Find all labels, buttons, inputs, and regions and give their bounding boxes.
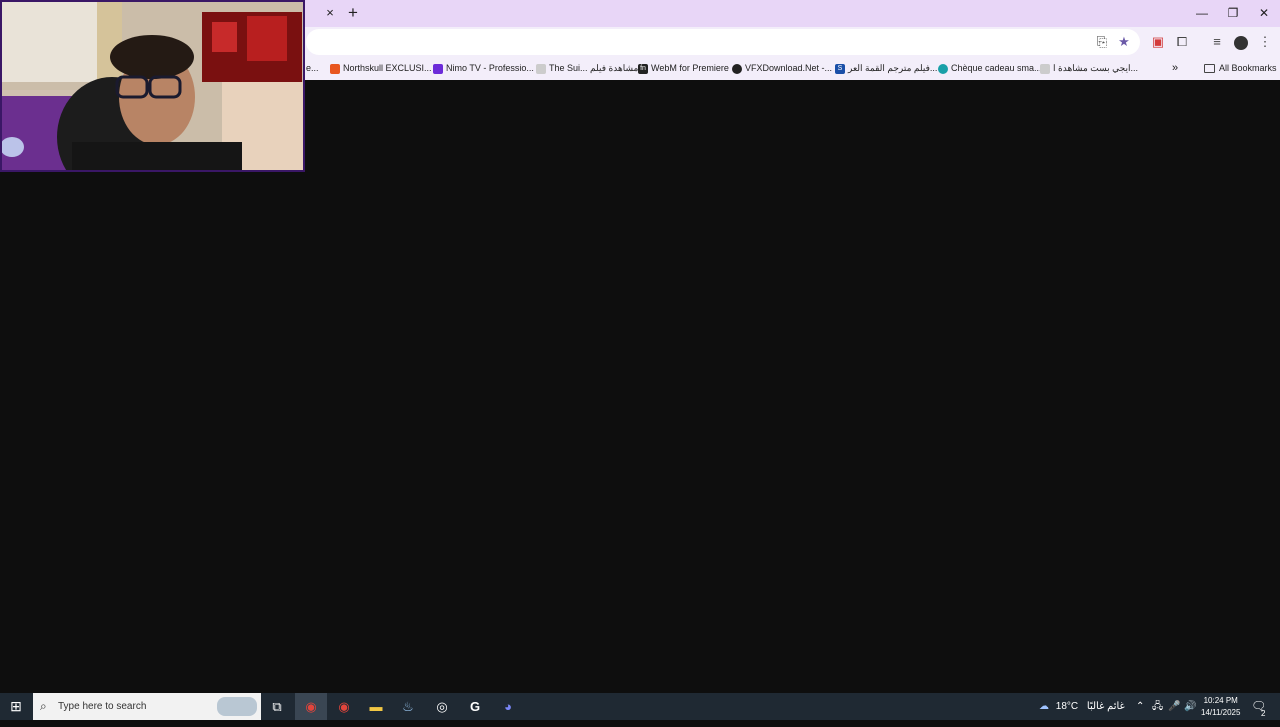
search-highlight-image — [217, 697, 257, 716]
discord-icon[interactable]: ◕ — [492, 693, 524, 720]
browser-menu-icon[interactable]: ⋮ — [1255, 32, 1275, 52]
network-icon[interactable]: 🖧 — [1152, 693, 1163, 720]
media-controls-icon[interactable]: ≡ — [1207, 32, 1227, 52]
clock[interactable]: 10:24 PM 14/11/2025 — [1201, 693, 1240, 720]
bookmark-item[interactable]: The Sui... مشاهدة فيلم — [536, 60, 638, 77]
search-icon: ⌕ — [40, 699, 47, 713]
folder-icon — [1204, 64, 1215, 74]
fn-icon: fn — [638, 63, 648, 74]
webcam-feed-image — [2, 2, 303, 170]
more-bookmarks-icon[interactable]: » — [1172, 60, 1178, 77]
bookmark-item[interactable]: fn WebM for Premiere — [638, 60, 729, 77]
minimize-button[interactable]: — — [1187, 4, 1217, 22]
nimo-icon — [433, 63, 443, 74]
s-icon: S — [835, 63, 845, 74]
bookmark-item[interactable]: Chèque cadeau sma... — [938, 60, 1042, 77]
taskbar-search-box[interactable]: ⌕ Type here to search — [33, 693, 261, 720]
close-window-button[interactable]: ✕ — [1249, 4, 1279, 22]
chrome-icon[interactable]: ◉ — [295, 693, 327, 720]
profile-avatar-icon[interactable] — [1231, 32, 1251, 52]
new-tab-button[interactable]: + — [345, 4, 361, 22]
steam-icon[interactable]: ♨ — [392, 693, 424, 720]
page-icon — [536, 63, 546, 74]
address-bar[interactable]: ⎘ ★ — [306, 29, 1140, 55]
all-bookmarks-folder[interactable]: All Bookmarks — [1204, 60, 1277, 77]
bookmark-item[interactable]: VFXDownload.Net -... — [732, 60, 832, 77]
weather-widget[interactable]: ☁ 18°C غائم غالبًا — [1039, 693, 1125, 720]
bookmark-item[interactable]: S فيلم مترجم القمة العر... — [835, 60, 937, 77]
gift-icon — [938, 63, 948, 74]
task-view-icon[interactable]: ⧉ — [261, 693, 293, 720]
bookmark-item[interactable]: ايجي بست مشاهدة ا... — [1040, 60, 1138, 77]
notification-count-badge: 2 — [1261, 709, 1266, 718]
extensions-puzzle-icon[interactable]: ⧠ — [1172, 32, 1192, 52]
windows-start-icon[interactable]: ⊞ — [0, 693, 32, 720]
fire-icon — [330, 63, 340, 74]
restore-button[interactable]: ❐ — [1218, 4, 1248, 22]
windows-taskbar: ⊞ ⌕ Type here to search ⧉ ◉ ◉ ▬ ♨ ◎ G ◕ … — [0, 693, 1280, 720]
bookmark-item[interactable]: e... — [306, 60, 319, 77]
notification-center-icon[interactable]: 🗨 2 — [1251, 693, 1266, 720]
bookmark-item[interactable]: Northskull EXCLUSI... — [330, 60, 432, 77]
chrome-profile-icon[interactable]: ◉ — [328, 693, 360, 720]
file-explorer-icon[interactable]: ▬ — [360, 693, 392, 720]
obs-icon[interactable]: ◎ — [426, 693, 458, 720]
bookmark-item[interactable]: Nimo TV - Professio... — [433, 60, 534, 77]
show-hidden-icons-icon[interactable]: ⌃ — [1136, 693, 1144, 720]
webcam-overlay — [0, 0, 305, 172]
microphone-icon[interactable]: 🎤 — [1168, 693, 1180, 720]
vfx-icon — [732, 63, 742, 74]
page-icon — [1040, 63, 1050, 74]
volume-icon[interactable]: 🔊 — [1184, 693, 1196, 720]
g-hub-icon[interactable]: G — [459, 693, 491, 720]
extension-red-icon[interactable]: ▣ — [1148, 32, 1168, 52]
install-app-icon[interactable]: ⎘ — [1092, 32, 1112, 52]
cloud-icon: ☁ — [1039, 701, 1049, 712]
bookmark-star-icon[interactable]: ★ — [1114, 32, 1134, 52]
tab-close-icon[interactable]: × — [322, 5, 338, 21]
